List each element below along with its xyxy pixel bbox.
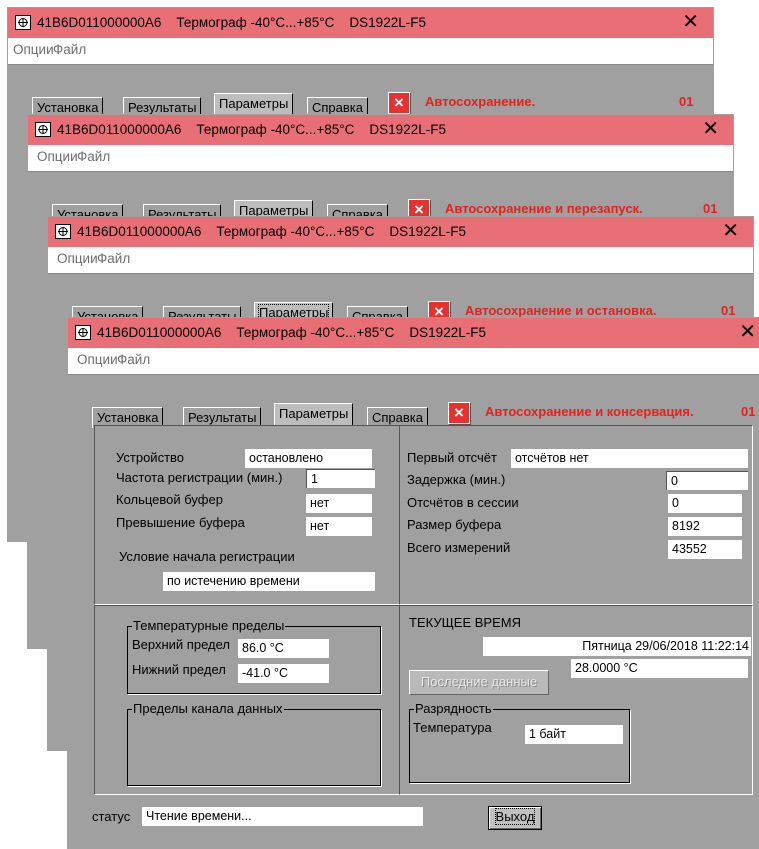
window-title: 41B6D011000000A6 Термограф -40°C...+85°C… (97, 325, 486, 340)
close-x-button[interactable]: × (388, 92, 410, 114)
first-reading-label: Первый отсчёт (407, 450, 497, 465)
menu-file[interactable]: Файл (97, 251, 130, 266)
resolution-title: Разрядность (414, 701, 493, 716)
session-count-field: 0 (668, 494, 742, 513)
first-reading-field: отсчётов нет (511, 449, 748, 468)
window-4: 41B6D011000000A6 Термограф -40°C...+85°C… (67, 317, 759, 849)
session-count-label: Отсчётов в сессии (407, 495, 519, 510)
data-channel-limits-title: Пределы канала данных (132, 701, 284, 716)
resolution-group: Разрядность Температура 1 байт (409, 701, 630, 783)
menu-bar: Опции Файл (68, 348, 759, 374)
overflow-field: нет (306, 517, 372, 536)
title-bar: 41B6D011000000A6 Термограф -40°C...+85°C… (68, 318, 759, 348)
close-icon[interactable]: ✕ (702, 117, 719, 141)
autosave-count: 01 (679, 94, 694, 109)
current-time-box: ТЕКУЩЕЕ ВРЕМЯ Пятница 29/06/2018 11:22:1… (399, 605, 753, 795)
limits-box: Температурные пределы Верхний предел 86.… (94, 605, 400, 795)
rate-input[interactable]: 1 (306, 469, 375, 488)
menu-file[interactable]: Файл (53, 42, 86, 57)
current-datetime-field: Пятница 29/06/2018 11:22:14 (483, 637, 751, 656)
menu-bar: Опции Файл (28, 145, 733, 171)
window-title: 41B6D011000000A6 Термограф -40°C...+85°C… (77, 224, 466, 239)
last-data-button[interactable]: Последние данные (409, 670, 549, 695)
lower-limit-field: -41.0 °C (238, 664, 329, 683)
overflow-label: Превышение буфера (116, 515, 245, 530)
current-temperature-field: 28.0000 °C (571, 659, 748, 678)
autosave-message: Автосохранение и остановка. (465, 303, 657, 318)
device-state-field: остановлено (245, 449, 372, 468)
total-measurements-field: 43552 (668, 540, 742, 559)
exit-button-label: Выход (494, 808, 536, 825)
buffer-size-label: Размер буфера (407, 517, 502, 532)
start-condition-field: по истечению времени (163, 572, 375, 591)
data-channel-limits-group: Пределы канала данных (127, 701, 381, 786)
close-icon[interactable]: ✕ (682, 10, 699, 34)
window-title: 41B6D011000000A6 Термограф -40°C...+85°C… (57, 122, 446, 137)
total-measurements-label: Всего измерений (407, 540, 511, 555)
upper-limit-field: 86.0 °C (238, 639, 329, 658)
menu-options[interactable]: Опции (57, 251, 98, 266)
app-icon (35, 122, 51, 137)
ring-buffer-label: Кольцевой буфер (116, 492, 223, 507)
autosave-count: 01 (703, 201, 718, 216)
close-icon[interactable]: ✕ (739, 320, 756, 344)
start-condition-label: Условие начала регистрации (119, 549, 295, 564)
resolution-temp-field: 1 байт (525, 725, 623, 744)
upper-limit-label: Верхний предел (132, 637, 230, 652)
autosave-count: 01 (721, 303, 736, 318)
close-x-button[interactable]: × (448, 402, 470, 424)
device-params-box: Устройство остановлено Частота регистрац… (94, 425, 400, 605)
temperature-limits-title: Температурные пределы (132, 618, 286, 633)
device-label: Устройство (116, 450, 185, 465)
ring-buffer-field: нет (306, 494, 372, 513)
menu-options[interactable]: Опции (77, 352, 118, 367)
temperature-limits-group: Температурные пределы Верхний предел 86.… (127, 618, 381, 694)
exit-button[interactable]: Выход (488, 806, 542, 830)
app-icon (75, 325, 91, 340)
status-label: статус (92, 809, 131, 824)
menu-file[interactable]: Файл (117, 352, 150, 367)
autosave-count: 01 (741, 404, 756, 419)
lower-limit-label: Нижний предел (132, 662, 226, 677)
close-icon[interactable]: ✕ (722, 219, 739, 243)
app-icon (55, 224, 71, 239)
delay-label: Задержка (мин.) (407, 472, 506, 487)
rate-label: Частота регистрации (мин.) (116, 470, 283, 485)
readings-box: Первый отсчёт отсчётов нет Задержка (мин… (399, 425, 753, 605)
current-time-title: ТЕКУЩЕЕ ВРЕМЯ (409, 615, 521, 630)
status-field: Чтение времени... (142, 807, 423, 826)
resolution-temp-label: Температура (413, 720, 492, 735)
title-bar: 41B6D011000000A6 Термограф -40°C...+85°C… (48, 217, 753, 247)
delay-input[interactable]: 0 (666, 471, 748, 490)
main-panel: Установка Результаты Параметры Справка ×… (68, 374, 759, 848)
buffer-size-field: 8192 (668, 517, 742, 536)
title-bar: 41B6D011000000A6 Термограф -40°C...+85°C… (28, 115, 733, 145)
menu-options[interactable]: Опции (37, 149, 78, 164)
autosave-message: Автосохранение и перезапуск. (445, 201, 643, 216)
menu-options[interactable]: Опции (13, 42, 54, 57)
app-icon (15, 15, 31, 30)
menu-bar: Опции Файл (8, 38, 713, 64)
window-title: 41B6D011000000A6 Термограф -40°C...+85°C… (37, 15, 426, 30)
autosave-message: Автосохранение и консервация. (485, 404, 694, 419)
title-bar: 41B6D011000000A6 Термограф -40°C...+85°C… (8, 8, 713, 38)
menu-bar: Опции Файл (48, 247, 753, 273)
menu-file[interactable]: Файл (77, 149, 110, 164)
autosave-message: Автосохранение. (425, 94, 536, 109)
